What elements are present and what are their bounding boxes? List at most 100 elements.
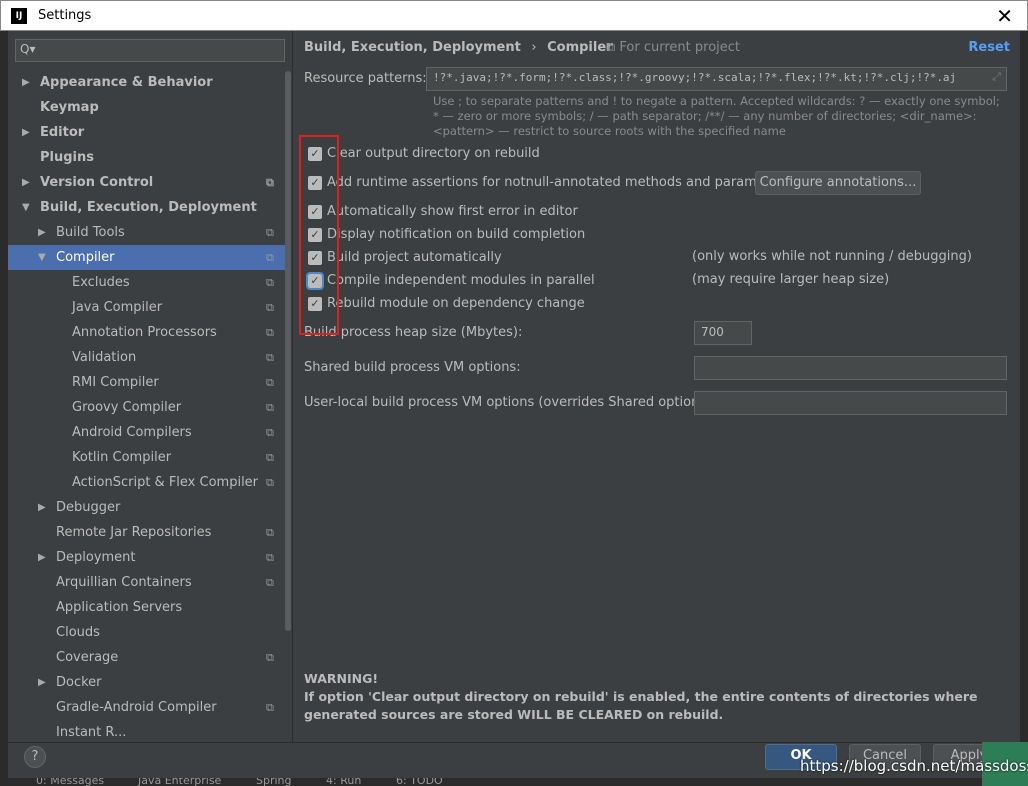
configure-annotations-button[interactable]: Configure annotations...: [755, 171, 921, 195]
statusbar-tab[interactable]: 6: TODO: [396, 778, 443, 786]
project-scope-icon: ⧉: [266, 351, 274, 364]
sidebar-item-label: Docker: [56, 675, 102, 690]
sidebar-item[interactable]: Android Compilers ⧉: [8, 420, 286, 445]
settings-sidebar: Q▾ ▶ Appearance & Behavior Keymap ▶ Editor Pl…: [8, 31, 293, 742]
sidebar-scrollbar[interactable]: [285, 71, 291, 631]
project-scope-icon: ⧉: [266, 176, 274, 189]
sidebar-item[interactable]: ▼ Compiler ⧉: [8, 245, 286, 270]
sidebar-item[interactable]: Excludes ⧉: [8, 270, 286, 295]
search-input[interactable]: Q▾: [15, 39, 285, 62]
sidebar-item[interactable]: ▶ Editor: [8, 120, 286, 145]
sidebar-item[interactable]: Instant R...: [8, 720, 286, 742]
sidebar-item-label: Java Compiler: [72, 300, 163, 315]
shared-vm-input[interactable]: [694, 356, 1007, 380]
sidebar-item[interactable]: ActionScript & Flex Compiler ⧉: [8, 470, 286, 495]
chevron-down-icon[interactable]: ▼: [22, 195, 30, 220]
settings-dialog: Q▾ ▶ Appearance & Behavior Keymap ▶ Editor Pl…: [8, 31, 1020, 778]
statusbar-tab[interactable]: 4: Run: [326, 778, 361, 786]
sidebar-item-label: Editor: [40, 125, 85, 140]
checkbox-label: Clear output directory on rebuild: [327, 146, 540, 161]
project-scope-icon: ⧉: [266, 476, 274, 489]
sidebar-item-label: Groovy Compiler: [72, 400, 182, 415]
sidebar-item-label: Application Servers: [56, 600, 183, 615]
sidebar-item-label: Gradle-Android Compiler: [56, 700, 217, 715]
resource-patterns-input[interactable]: !?*.java;!?*.form;!?*.class;!?*.groovy;!…: [426, 67, 1007, 91]
sidebar-item-label: Compiler: [56, 250, 115, 265]
statusbar-tab[interactable]: 0: Messages: [36, 778, 104, 786]
expand-icon[interactable]: ⤢: [992, 70, 1001, 84]
close-button[interactable]: ✕: [996, 4, 1013, 28]
chevron-right-icon[interactable]: ▶: [22, 120, 30, 145]
statusbar-tab[interactable]: Spring: [256, 778, 292, 786]
sidebar-item-label: Version Control: [40, 175, 154, 190]
sidebar-item[interactable]: ▶ Build Tools ⧉: [8, 220, 286, 245]
sidebar-item[interactable]: ▶ Deployment ⧉: [8, 545, 286, 570]
user-vm-input[interactable]: [694, 391, 1007, 415]
sidebar-item[interactable]: ▶ Version Control ⧉: [8, 170, 286, 195]
chevron-right-icon[interactable]: ▶: [22, 70, 30, 95]
checkbox-note: (only works while not running / debuggin…: [692, 249, 972, 264]
sidebar-item[interactable]: Application Servers: [8, 595, 286, 620]
help-button[interactable]: ?: [24, 746, 46, 768]
sidebar-item[interactable]: Clouds: [8, 620, 286, 645]
checkbox-label: Build project automatically: [327, 250, 502, 265]
sidebar-item[interactable]: ▶ Appearance & Behavior: [8, 70, 286, 95]
chevron-right-icon[interactable]: ▶: [38, 670, 46, 695]
project-scope-icon: ⧉: [266, 376, 274, 389]
sidebar-item[interactable]: ▶ Debugger: [8, 495, 286, 520]
sidebar-item[interactable]: ▶ Docker: [8, 670, 286, 695]
sidebar-item-label: Arquillian Containers: [56, 575, 192, 590]
warning-message: WARNING! If option 'Clear output directo…: [304, 670, 984, 724]
project-scope-icon: ⧉: [266, 576, 274, 589]
sidebar-item[interactable]: RMI Compiler ⧉: [8, 370, 286, 395]
checkbox-label: Rebuild module on dependency change: [327, 296, 585, 311]
sidebar-item[interactable]: Plugins: [8, 145, 286, 170]
sidebar-item[interactable]: Keymap: [8, 95, 286, 120]
compiler-panel: Build, Execution, Deployment › Compiler …: [294, 31, 1020, 742]
intellij-logo-icon: IJ: [11, 8, 27, 24]
sidebar-item-label: Coverage: [56, 650, 119, 665]
highlight-box: [299, 135, 339, 335]
resource-patterns-hint: Use ; to separate patterns and ! to nega…: [433, 94, 1000, 138]
breadcrumb: Build, Execution, Deployment › Compiler: [304, 40, 613, 55]
user-vm-label: User-local build process VM options (ove…: [304, 395, 716, 410]
project-scope-icon: ⧉: [266, 526, 274, 539]
project-scope-icon: ⧉: [266, 226, 274, 239]
project-scope-icon: ⧉: [266, 276, 274, 289]
sidebar-item[interactable]: Coverage ⧉: [8, 645, 286, 670]
warning-text: If option 'Clear output directory on reb…: [304, 689, 978, 722]
resource-patterns-value: !?*.java;!?*.form;!?*.class;!?*.groovy;!…: [433, 71, 957, 84]
sidebar-item[interactable]: Remote Jar Repositories ⧉: [8, 520, 286, 545]
heap-size-input[interactable]: 700: [694, 321, 752, 345]
sidebar-item[interactable]: Annotation Processors ⧉: [8, 320, 286, 345]
project-scope-icon: ⧉: [266, 301, 274, 314]
statusbar-tab[interactable]: Java Enterprise: [138, 778, 221, 786]
sidebar-item[interactable]: Kotlin Compiler ⧉: [8, 445, 286, 470]
resource-patterns-label: Resource patterns:: [304, 71, 427, 86]
sidebar-item[interactable]: Validation ⧉: [8, 345, 286, 370]
sidebar-item[interactable]: Gradle-Android Compiler ⧉: [8, 695, 286, 720]
reset-link[interactable]: Reset: [968, 40, 1010, 55]
sidebar-item-label: Android Compilers: [72, 425, 192, 440]
sidebar-item[interactable]: Groovy Compiler ⧉: [8, 395, 286, 420]
status-bar: 0: Messages Java Enterprise Spring 4: Run 6:…: [0, 778, 1028, 786]
sidebar-item-label: Build, Execution, Deployment: [40, 200, 257, 215]
sidebar-item-label: RMI Compiler: [72, 375, 159, 390]
sidebar-item[interactable]: ▼ Build, Execution, Deployment: [8, 195, 286, 220]
scope-label: ⧉ For current project: [606, 40, 741, 55]
breadcrumb-parent: Build, Execution, Deployment: [304, 40, 521, 55]
search-icon: Q▾: [20, 42, 36, 56]
sidebar-item[interactable]: Arquillian Containers ⧉: [8, 570, 286, 595]
chevron-right-icon[interactable]: ▶: [38, 220, 46, 245]
chevron-right-icon[interactable]: ▶: [22, 170, 30, 195]
checkbox-label: Compile independent modules in parallel: [327, 273, 595, 288]
sidebar-item[interactable]: Java Compiler ⧉: [8, 295, 286, 320]
chevron-right-icon[interactable]: ▶: [38, 545, 46, 570]
project-scope-icon: ⧉: [266, 326, 274, 339]
chevron-down-icon[interactable]: ▼: [38, 245, 46, 270]
sidebar-item-label: ActionScript & Flex Compiler: [72, 475, 259, 490]
sidebar-item-label: Instant R...: [56, 725, 127, 740]
chevron-right-icon[interactable]: ▶: [38, 495, 46, 520]
sidebar-item-label: Remote Jar Repositories: [56, 525, 212, 540]
sidebar-item-label: Appearance & Behavior: [40, 75, 213, 90]
